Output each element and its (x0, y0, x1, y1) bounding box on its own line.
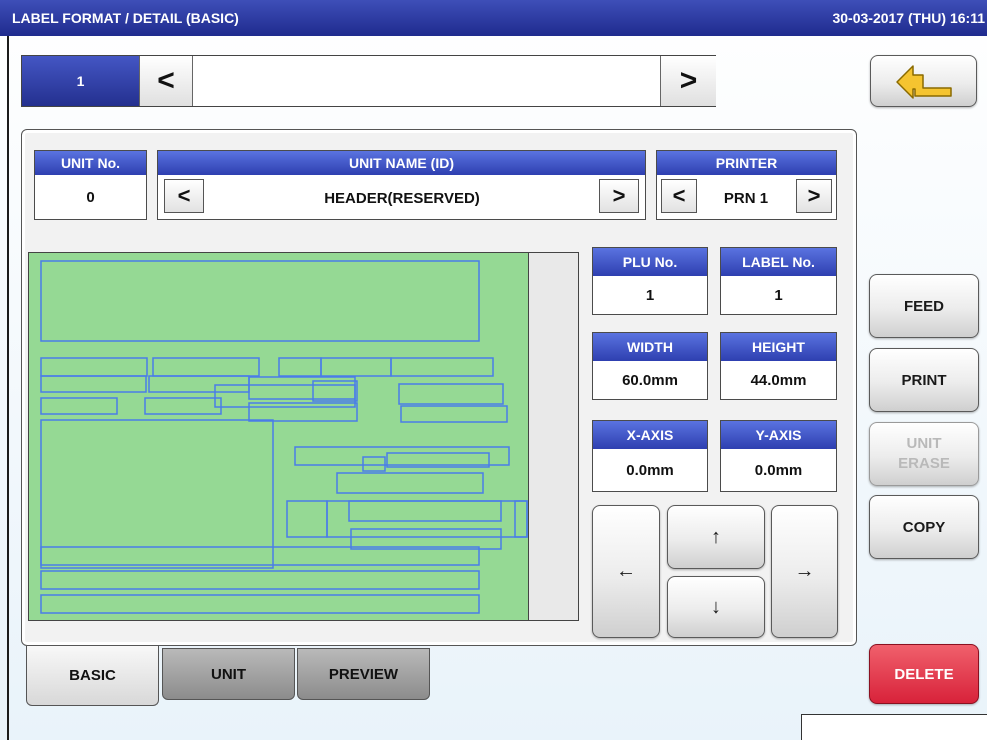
label-area (29, 253, 529, 620)
copy-button[interactable]: COPY (869, 495, 979, 559)
width-value: 60.0mm (622, 371, 678, 389)
right-arrow-icon: → (794, 560, 815, 582)
unit-no-label: UNIT No. (35, 151, 146, 175)
label-layout-preview (28, 252, 579, 621)
delete-button[interactable]: DELETE (869, 644, 979, 704)
label-no-label: LABEL No. (721, 248, 836, 276)
printer-next-button[interactable]: > (796, 179, 832, 213)
label-selector: 1 < > (21, 55, 716, 107)
move-right-button[interactable]: → (771, 505, 838, 638)
left-arrow-icon: ← (616, 560, 636, 582)
y-axis-value: 0.0mm (754, 461, 803, 479)
x-axis-value: 0.0mm (626, 461, 674, 479)
height-label: HEIGHT (721, 333, 836, 361)
feed-button[interactable]: FEED (869, 274, 979, 338)
move-left-button[interactable]: ← (592, 505, 660, 638)
label-no-field[interactable]: LABEL No. 1 (720, 247, 837, 315)
prev-label-button[interactable]: < (139, 56, 193, 106)
y-axis-label: Y-AXIS (721, 421, 836, 449)
unit-name-field: UNIT NAME (ID) < HEADER(RESERVED) > (157, 150, 646, 220)
unit-erase-label-line1: UNIT (906, 435, 942, 452)
tab-basic[interactable]: BASIC (26, 646, 159, 706)
print-button[interactable]: PRINT (869, 348, 979, 412)
move-up-button[interactable]: ↑ (667, 505, 765, 569)
screen-title: LABEL FORMAT / DETAIL (BASIC) (12, 10, 239, 26)
down-arrow-icon: ↓ (711, 595, 721, 618)
unit-name-value[interactable]: HEADER(RESERVED) (204, 181, 600, 215)
label-number[interactable]: 1 (22, 56, 139, 106)
unit-name-next-button[interactable]: > (599, 179, 639, 213)
label-name-field (194, 56, 660, 106)
y-axis-field[interactable]: Y-AXIS 0.0mm (720, 420, 837, 492)
left-border (7, 36, 9, 740)
width-label: WIDTH (593, 333, 707, 361)
tab-preview[interactable]: PREVIEW (297, 648, 430, 700)
unit-erase-label-line2: ERASE (898, 455, 950, 472)
datetime: 30-03-2017 (THU) 16:11 (832, 10, 985, 26)
height-field[interactable]: HEIGHT 44.0mm (720, 332, 837, 400)
width-field[interactable]: WIDTH 60.0mm (592, 332, 708, 400)
unit-name-label: UNIT NAME (ID) (158, 151, 645, 175)
move-down-button[interactable]: ↓ (667, 576, 765, 638)
up-arrow-icon: ↑ (711, 525, 721, 548)
unit-name-prev-button[interactable]: < (164, 179, 204, 213)
plu-no-field[interactable]: PLU No. 1 (592, 247, 708, 315)
x-axis-label: X-AXIS (593, 421, 707, 449)
unit-erase-button: UNIT ERASE (869, 422, 979, 486)
height-value: 44.0mm (750, 371, 807, 389)
printer-label: PRINTER (657, 151, 836, 175)
unit-outlines (40, 260, 528, 614)
printer-field: PRINTER < PRN 1 > (656, 150, 837, 220)
label-no-value: 1 (774, 286, 783, 304)
unit-no-field[interactable]: UNIT No. 0 (34, 150, 147, 220)
return-arrow-icon (895, 65, 952, 99)
status-box (801, 714, 987, 740)
back-button[interactable] (870, 55, 977, 107)
title-bar: LABEL FORMAT / DETAIL (BASIC) 30-03-2017… (0, 0, 987, 36)
tab-unit[interactable]: UNIT (162, 648, 295, 700)
x-axis-field[interactable]: X-AXIS 0.0mm (592, 420, 708, 492)
plu-no-value: 1 (645, 286, 655, 304)
unit-no-value: 0 (86, 188, 95, 206)
next-label-button[interactable]: > (660, 56, 716, 106)
printer-value[interactable]: PRN 1 (699, 181, 793, 215)
printer-prev-button[interactable]: < (661, 179, 697, 213)
plu-no-label: PLU No. (593, 248, 707, 276)
